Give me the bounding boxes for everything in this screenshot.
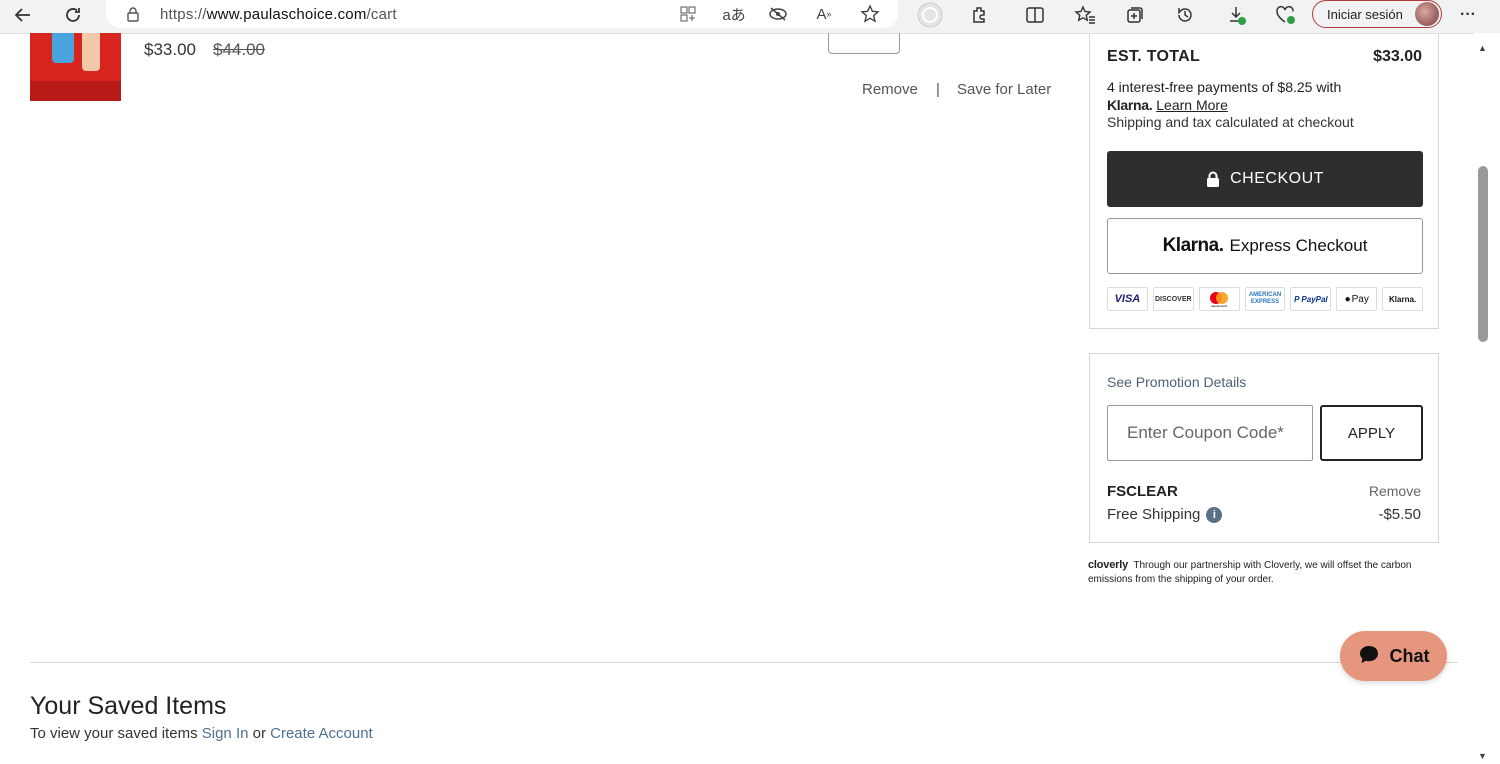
klarna-express-checkout-button[interactable]: Klarna. Express Checkout: [1107, 218, 1423, 274]
performance-icon[interactable]: [1270, 0, 1300, 30]
mastercard-icon: mastercard: [1198, 287, 1240, 311]
learn-more-link[interactable]: Learn More: [1156, 97, 1228, 113]
address-bar[interactable]: https://www.paulaschoice.com/cart aあ A»: [106, 0, 898, 28]
checkout-button[interactable]: CHECKOUT: [1107, 151, 1423, 207]
read-aloud-icon[interactable]: A»: [812, 3, 836, 25]
product-image[interactable]: [30, 33, 121, 101]
scroll-down-icon[interactable]: ▼: [1478, 751, 1487, 761]
extension-circle-icon[interactable]: [915, 0, 945, 30]
product-bottle-blue: [52, 33, 74, 63]
back-icon[interactable]: [8, 0, 38, 30]
visa-icon: VISA: [1107, 287, 1148, 311]
cloverly-note: cloverly Through our partnership with Cl…: [1088, 558, 1433, 587]
sign-in-link[interactable]: Sign In: [202, 725, 249, 742]
shipping-discount-value: -$5.50: [1378, 506, 1421, 523]
downloads-icon[interactable]: [1222, 0, 1252, 30]
coupon-code-input[interactable]: [1107, 405, 1313, 461]
scroll-up-icon[interactable]: ▲: [1478, 43, 1487, 53]
cloverly-text: Through our partnership with Cloverly, w…: [1088, 560, 1412, 585]
est-total-label: EST. TOTAL: [1107, 48, 1201, 65]
link-separator: |: [936, 81, 940, 98]
collections-icon[interactable]: [1120, 0, 1150, 30]
applied-coupon-code: FSCLEAR: [1107, 483, 1178, 500]
item-original-price: $44.00: [213, 40, 265, 59]
promotion-box: See Promotion Details APPLY FSCLEAR Remo…: [1089, 353, 1439, 543]
product-shelf: [30, 81, 121, 101]
more-menu-icon[interactable]: ···: [1453, 0, 1483, 30]
item-price: $33.00: [144, 40, 196, 59]
apply-coupon-button[interactable]: APPLY: [1320, 405, 1423, 461]
translate-icon[interactable]: aあ: [722, 3, 746, 25]
refresh-icon[interactable]: [58, 0, 88, 30]
sign-in-label: Iniciar sesión: [1327, 6, 1403, 22]
section-divider: [30, 662, 1458, 663]
order-summary: EST. TOTAL $33.00 4 interest-free paymen…: [1089, 33, 1439, 329]
checkout-label: CHECKOUT: [1230, 170, 1324, 187]
klarna-card-icon: Klarna.: [1382, 287, 1424, 311]
save-for-later-link[interactable]: Save for Later: [957, 81, 1051, 98]
split-screen-icon[interactable]: [1020, 0, 1050, 30]
product-bottle-cream: [82, 33, 100, 71]
discover-icon: DISCOVER: [1152, 287, 1194, 311]
favorite-star-icon[interactable]: [858, 3, 882, 25]
cloverly-logo: cloverly: [1088, 559, 1128, 571]
free-shipping-row: Free Shipping i: [1107, 506, 1223, 523]
quantity-select[interactable]: [828, 33, 900, 54]
remove-item-link[interactable]: Remove: [862, 81, 918, 98]
svg-text:mastercard: mastercard: [1211, 304, 1227, 308]
lock-icon: [126, 6, 140, 27]
saved-items-title: Your Saved Items: [30, 692, 227, 720]
payment-methods: VISA DISCOVER mastercard AMERICAN EXPRES…: [1107, 287, 1424, 311]
chat-button[interactable]: Chat: [1340, 631, 1447, 681]
info-icon[interactable]: i: [1206, 506, 1223, 523]
favorites-icon[interactable]: [1070, 0, 1100, 30]
browser-toolbar: https://www.paulaschoice.com/cart aあ A» …: [0, 0, 1500, 34]
extensions-icon[interactable]: [965, 0, 995, 30]
chat-label: Chat: [1389, 645, 1430, 666]
chat-bubble-icon: [1358, 644, 1380, 669]
amex-icon: AMERICAN EXPRESS: [1244, 287, 1286, 311]
page-scrollbar[interactable]: ▲ ▼: [1474, 33, 1500, 764]
see-promotion-details-link[interactable]: See Promotion Details: [1107, 374, 1246, 390]
app-grid-icon[interactable]: [676, 3, 700, 25]
apple-pay-icon: ● Pay: [1336, 287, 1378, 311]
scrollbar-thumb[interactable]: [1478, 166, 1488, 342]
profile-avatar: [1415, 2, 1439, 26]
url-text[interactable]: https://www.paulaschoice.com/cart: [160, 6, 397, 23]
shipping-tax-note: Shipping and tax calculated at checkout: [1107, 114, 1354, 130]
est-total-value: $33.00: [1373, 48, 1422, 65]
remove-coupon-link[interactable]: Remove: [1369, 483, 1421, 499]
klarna-installments-text: 4 interest-free payments of $8.25 with K…: [1107, 79, 1342, 113]
sign-in-button[interactable]: Iniciar sesión: [1312, 0, 1442, 28]
express-checkout-label: Express Checkout: [1229, 236, 1368, 255]
lock-icon: [1206, 171, 1220, 188]
tracking-prevention-icon[interactable]: [766, 3, 790, 25]
klarna-brand: Klarna.: [1162, 235, 1224, 256]
paypal-icon: P PayPal: [1290, 287, 1332, 311]
klarna-logo: Klarna.: [1107, 97, 1153, 113]
saved-items-subtitle: To view your saved items Sign In or Crea…: [30, 725, 373, 742]
free-shipping-label: Free Shipping: [1107, 506, 1201, 523]
history-icon[interactable]: [1170, 0, 1200, 30]
create-account-link[interactable]: Create Account: [270, 725, 373, 742]
